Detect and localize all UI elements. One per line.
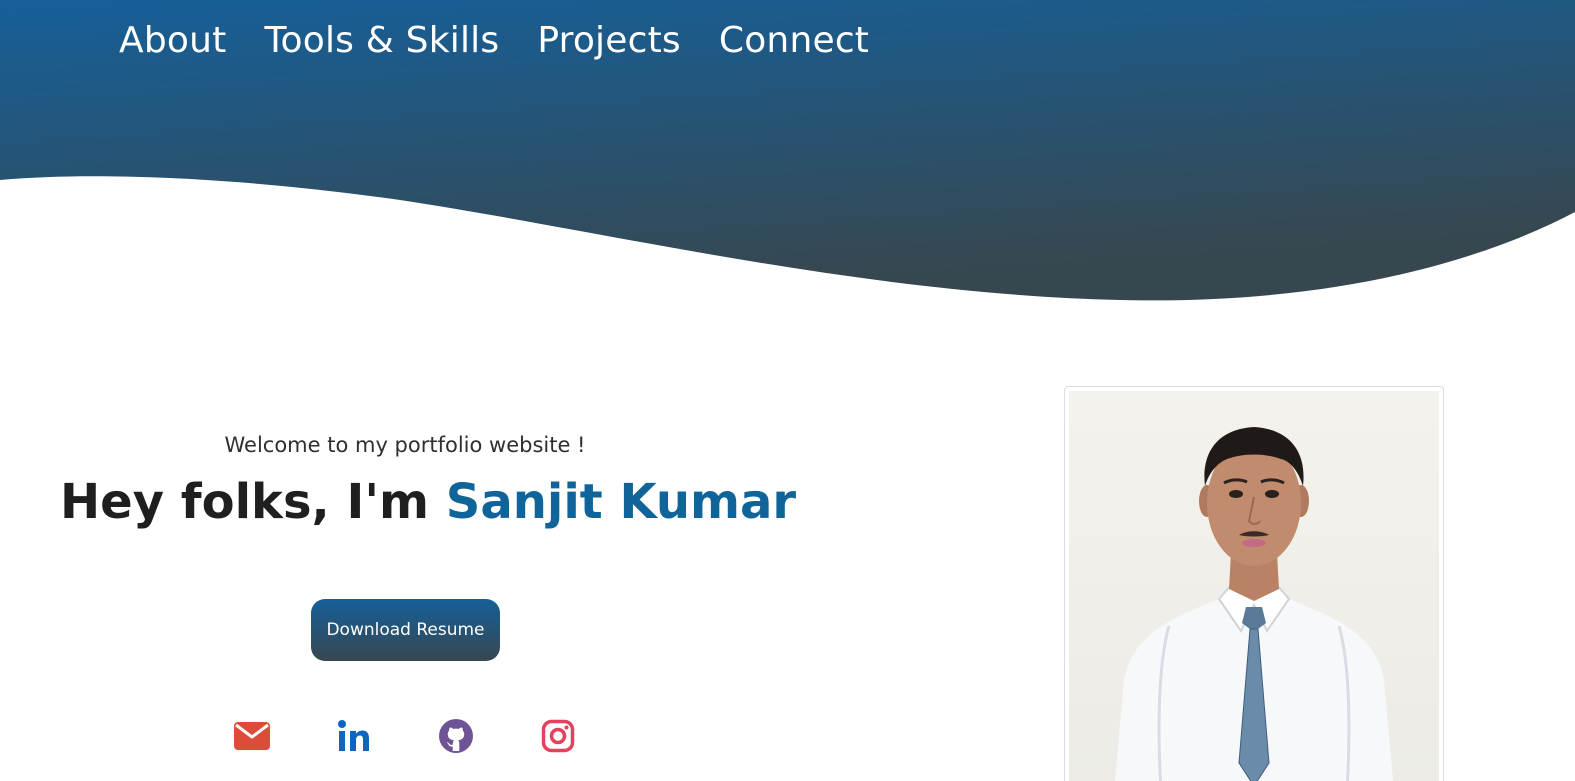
owner-name: Sanjit Kumar	[445, 474, 797, 530]
main-nav: About Tools & Skills Projects Connect	[119, 18, 869, 64]
instagram-icon	[541, 719, 575, 753]
portfolio-page: About Tools & Skills Projects Connect We…	[0, 0, 1575, 781]
github-icon	[439, 719, 473, 753]
nav-tools-skills[interactable]: Tools & Skills	[264, 18, 499, 64]
download-resume-button[interactable]: Download Resume	[311, 599, 500, 661]
github-link[interactable]	[436, 714, 476, 758]
greeting-text: Hey folks, I'm	[60, 474, 446, 530]
headline: Hey folks, I'm Sanjit Kumar	[60, 470, 796, 534]
welcome-text: Welcome to my portfolio website !	[224, 433, 586, 457]
email-link[interactable]	[232, 714, 272, 758]
profile-photo-frame	[1064, 386, 1444, 781]
instagram-link[interactable]	[538, 714, 578, 758]
linkedin-link[interactable]	[334, 714, 374, 758]
profile-photo	[1069, 391, 1439, 781]
nav-connect[interactable]: Connect	[719, 18, 869, 64]
linkedin-icon	[338, 720, 369, 751]
intro-section: Welcome to my portfolio website ! Hey fo…	[60, 428, 796, 534]
social-links	[232, 714, 578, 758]
nav-about[interactable]: About	[119, 18, 226, 64]
mail-icon	[234, 722, 270, 750]
nav-projects[interactable]: Projects	[537, 18, 681, 64]
